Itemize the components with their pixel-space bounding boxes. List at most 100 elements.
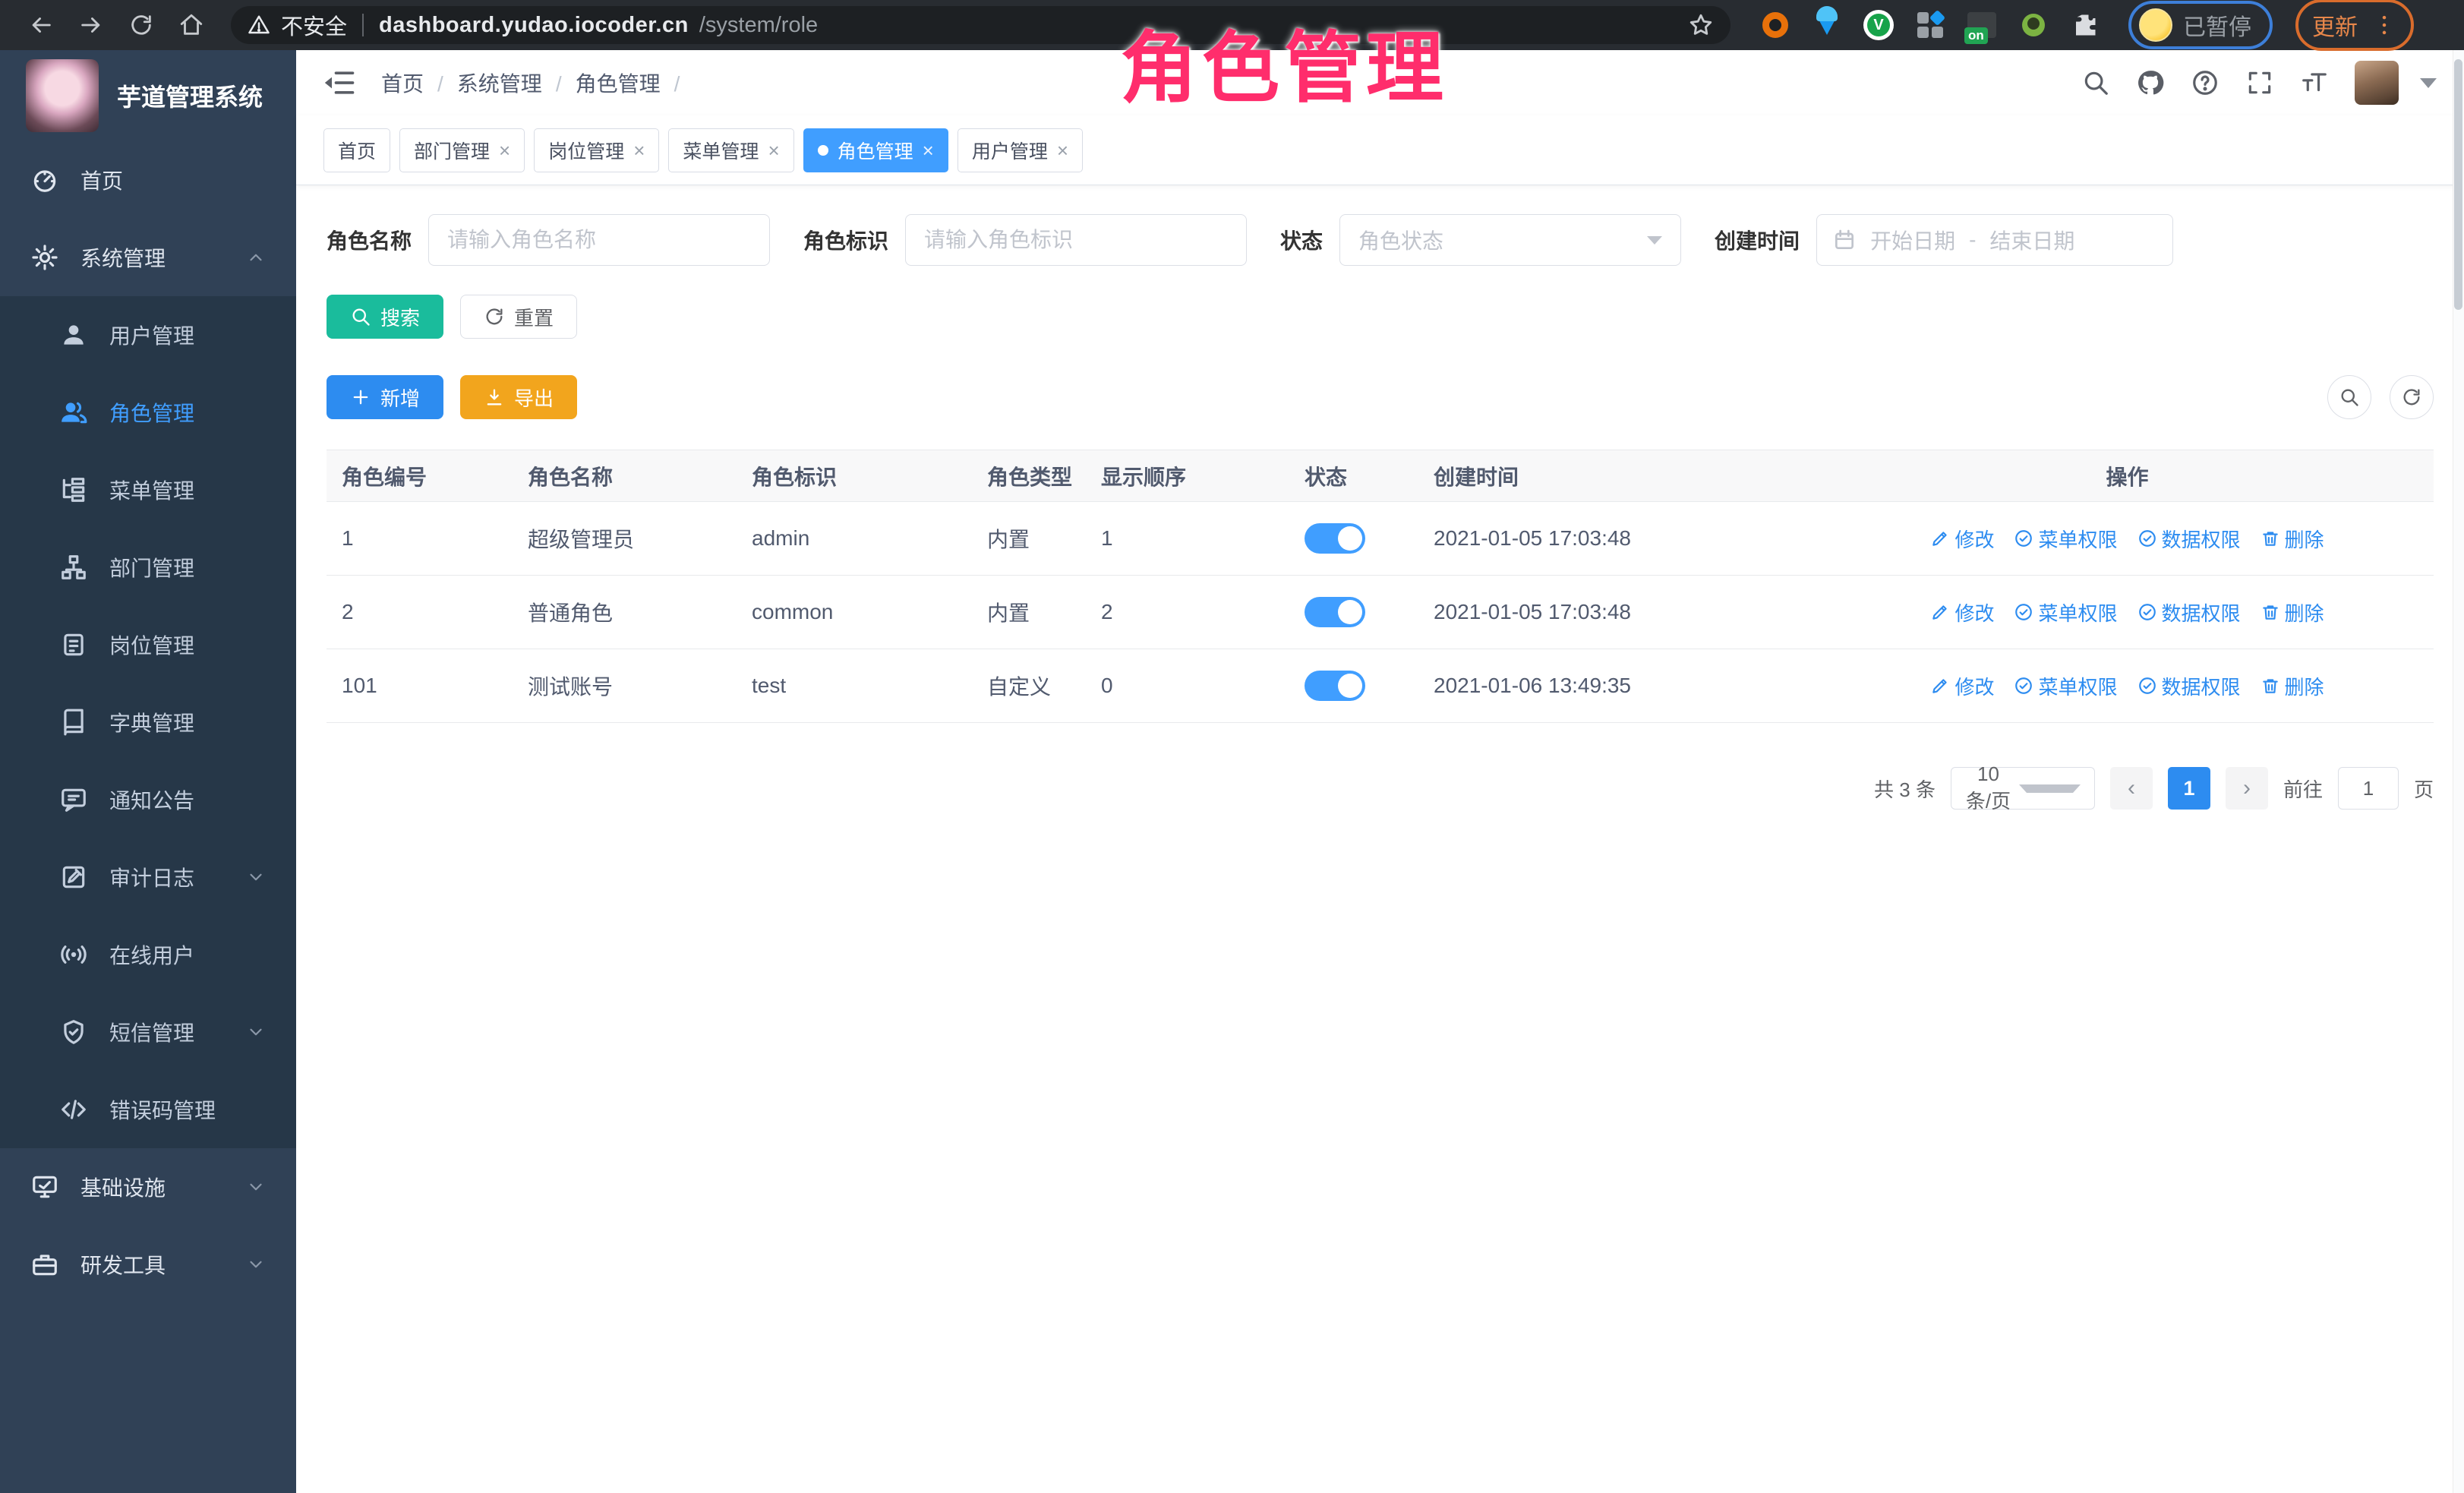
menu-permission-action[interactable]: 菜单权限	[2014, 598, 2117, 627]
sidebar-item-label: 字典管理	[109, 707, 266, 737]
end-date-placeholder[interactable]: 结束日期	[1989, 225, 2074, 255]
sidebar-item[interactable]: 在线用户	[0, 916, 296, 993]
extension-v-icon[interactable]: V	[1863, 9, 1895, 41]
extension-orange-icon[interactable]	[1759, 9, 1791, 41]
tab-close-icon[interactable]: ×	[499, 140, 510, 160]
role-id-cell: 101	[327, 674, 513, 698]
edit-icon	[1930, 602, 1950, 622]
header-search-icon[interactable]	[2081, 68, 2110, 97]
sidebar-item[interactable]: 短信管理	[0, 993, 296, 1071]
add-button[interactable]: 新增	[327, 375, 443, 419]
collapse-sidebar-icon[interactable]	[323, 66, 357, 99]
reset-button[interactable]: 重置	[460, 295, 577, 339]
tab-close-icon[interactable]: ×	[633, 140, 645, 160]
github-icon[interactable]	[2136, 68, 2165, 97]
view-tab[interactable]: 菜单管理 ×	[668, 128, 793, 172]
sidebar-item[interactable]: 研发工具	[0, 1226, 296, 1303]
sidebar-item[interactable]: 系统管理	[0, 219, 296, 296]
export-button[interactable]: 导出	[460, 375, 577, 419]
table-row: 2 普通角色 common 内置 2 2021-01-05 17:03:48 修…	[327, 576, 2434, 649]
data-permission-action[interactable]: 数据权限	[2137, 525, 2241, 553]
sidebar-item-icon	[30, 1173, 59, 1201]
status-toggle[interactable]	[1305, 671, 1365, 701]
profile-paused-pill[interactable]: 已暂停	[2128, 1, 2273, 49]
browser-forward-button[interactable]	[70, 4, 112, 46]
delete-action[interactable]: 删除	[2261, 525, 2324, 553]
omnibox-divider	[362, 14, 364, 36]
breadcrumb-item[interactable]: 系统管理	[457, 68, 576, 98]
edit-action[interactable]: 修改	[1930, 598, 1994, 627]
extension-grid-icon[interactable]	[1914, 9, 1946, 41]
sidebar-item[interactable]: 部门管理	[0, 529, 296, 606]
tab-close-icon[interactable]: ×	[768, 140, 779, 160]
extension-on-badge-icon[interactable]: on	[1966, 9, 1998, 41]
sidebar-item[interactable]: 用户管理	[0, 296, 296, 374]
status-select[interactable]: 角色状态	[1339, 214, 1681, 266]
view-tab[interactable]: 部门管理 ×	[399, 128, 525, 172]
sidebar-item[interactable]: 菜单管理	[0, 451, 296, 529]
scrollbar-thumb[interactable]	[2454, 59, 2462, 310]
sidebar-item[interactable]: 字典管理	[0, 683, 296, 761]
tab-close-icon[interactable]: ×	[1057, 140, 1068, 160]
view-tab[interactable]: 用户管理 ×	[958, 128, 1083, 172]
user-avatar[interactable]	[2355, 61, 2399, 105]
date-range-picker[interactable]: 开始日期 - 结束日期	[1816, 214, 2173, 266]
tab-close-icon[interactable]: ×	[923, 140, 934, 160]
column-header: 状态	[1289, 461, 1418, 491]
sidebar-item-label: 系统管理	[80, 242, 225, 273]
role-key-input[interactable]	[905, 214, 1247, 266]
sidebar-item[interactable]: 角色管理	[0, 374, 296, 451]
search-button[interactable]: 搜索	[327, 295, 443, 339]
extension-person-icon[interactable]	[2018, 9, 2049, 41]
font-size-icon[interactable]	[2300, 68, 2329, 97]
help-icon[interactable]	[2191, 68, 2219, 97]
not-secure-label[interactable]: 不安全	[281, 9, 347, 41]
role-name-input[interactable]	[428, 214, 770, 266]
tab-label: 首页	[338, 137, 376, 164]
avatar-caret-down-icon[interactable]	[2420, 78, 2437, 88]
delete-action[interactable]: 删除	[2261, 598, 2324, 627]
goto-page-input[interactable]	[2338, 767, 2399, 810]
menu-permission-action[interactable]: 菜单权限	[2014, 672, 2117, 700]
address-bar[interactable]: 不安全 dashboard.yudao.iocoder.cn/system/ro…	[231, 6, 1730, 44]
sidebar-item-icon	[59, 398, 88, 427]
extensions-puzzle-icon[interactable]	[2069, 9, 2101, 41]
browser-back-button[interactable]	[20, 4, 62, 46]
sidebar-item[interactable]: 错误码管理	[0, 1071, 296, 1148]
browser-reload-button[interactable]	[120, 4, 162, 46]
page-size-select[interactable]: 10条/页	[1951, 767, 2095, 810]
next-page-button[interactable]	[2226, 767, 2268, 810]
browser-home-button[interactable]	[170, 4, 213, 46]
refresh-table-button[interactable]	[2390, 375, 2434, 419]
breadcrumb-item[interactable]: 角色管理	[576, 68, 694, 98]
view-tab[interactable]: 首页 ×	[323, 128, 390, 172]
edit-action[interactable]: 修改	[1930, 525, 1994, 553]
sidebar-item[interactable]: 通知公告	[0, 761, 296, 838]
start-date-placeholder[interactable]: 开始日期	[1870, 225, 1955, 255]
sidebar-item[interactable]: 岗位管理	[0, 606, 296, 683]
browser-update-button[interactable]: 更新	[2295, 0, 2414, 51]
delete-action[interactable]: 删除	[2261, 672, 2324, 700]
bookmark-star-icon[interactable]	[1688, 12, 1714, 38]
edit-action[interactable]: 修改	[1930, 672, 1994, 700]
data-permission-action[interactable]: 数据权限	[2137, 598, 2241, 627]
menu-permission-action[interactable]: 菜单权限	[2014, 525, 2117, 553]
fullscreen-icon[interactable]	[2245, 68, 2274, 97]
status-toggle[interactable]	[1305, 523, 1365, 554]
sidebar-item[interactable]: 审计日志	[0, 838, 296, 916]
view-tab[interactable]: 岗位管理 ×	[534, 128, 659, 172]
status-toggle[interactable]	[1305, 597, 1365, 627]
extension-pin-icon[interactable]	[1811, 9, 1843, 41]
sidebar-item[interactable]: 基础设施	[0, 1148, 296, 1226]
data-permission-action[interactable]: 数据权限	[2137, 672, 2241, 700]
browser-menu-icon[interactable]	[2371, 12, 2397, 38]
breadcrumb-item[interactable]: 首页	[381, 68, 457, 98]
page-number-button[interactable]: 1	[2168, 767, 2210, 810]
select-caret-icon	[1647, 236, 1662, 245]
toggle-search-button[interactable]	[2327, 375, 2371, 419]
sidebar-item[interactable]: 首页	[0, 141, 296, 219]
view-tab[interactable]: 角色管理 ×	[803, 128, 948, 172]
browser-scrollbar[interactable]	[2453, 50, 2464, 1493]
app-logo-row[interactable]: 芋道管理系统	[0, 50, 296, 141]
prev-page-button[interactable]	[2110, 767, 2153, 810]
